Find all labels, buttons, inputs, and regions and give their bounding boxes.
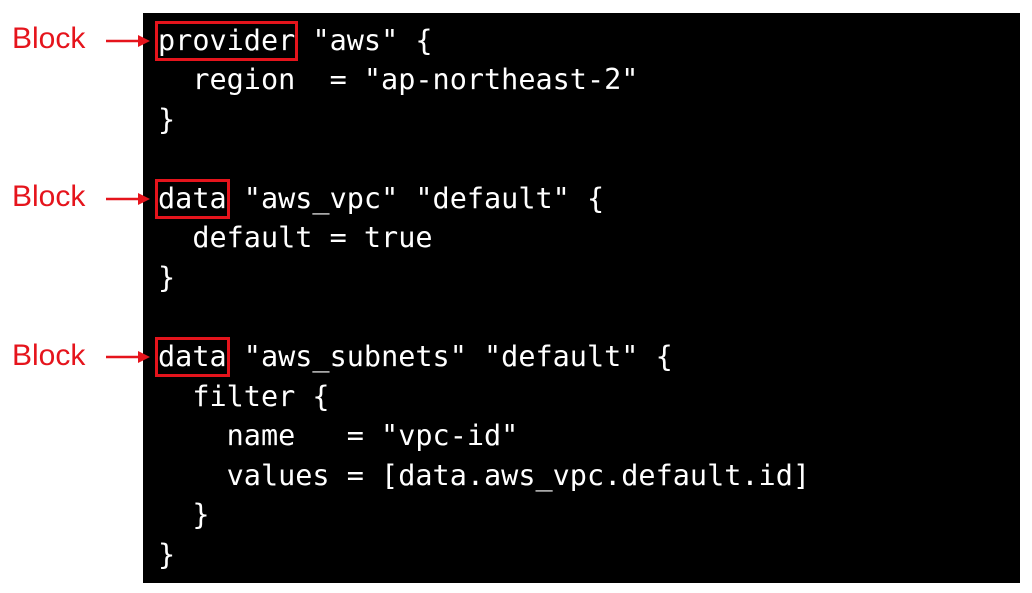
arrow-right-icon bbox=[106, 35, 150, 47]
code-line: } bbox=[158, 258, 175, 298]
arrow-right-icon bbox=[106, 351, 150, 363]
code-text: region = "ap-northeast-2" bbox=[158, 63, 639, 96]
code-text: "aws_vpc" "default" { bbox=[226, 182, 605, 215]
code-line: name = "vpc-id" bbox=[158, 416, 519, 456]
code-line-data-subnets: data "aws_subnets" "default" { bbox=[155, 337, 673, 377]
code-text: name = "vpc-id" bbox=[158, 419, 519, 452]
code-text: } bbox=[158, 103, 176, 136]
code-text: "aws_subnets" "default" { bbox=[226, 340, 673, 373]
keyword-highlight-provider: provider bbox=[154, 21, 299, 61]
code-line: values = [data.aws_vpc.default.id] bbox=[158, 456, 810, 496]
code-text: } bbox=[158, 498, 210, 531]
code-text: "aws" { bbox=[295, 24, 433, 57]
code-line: filter { bbox=[158, 377, 330, 417]
code-line-data-vpc: data "aws_vpc" "default" { bbox=[155, 179, 605, 219]
code-line: } bbox=[158, 535, 175, 575]
block-label: Block bbox=[12, 180, 86, 213]
keyword-highlight-data: data bbox=[155, 337, 230, 377]
block-label: Block bbox=[12, 339, 86, 372]
code-line: } bbox=[158, 100, 175, 140]
code-text: } bbox=[158, 538, 176, 571]
code-text: values = [data.aws_vpc.default.id] bbox=[158, 459, 811, 492]
code-line: default = true bbox=[158, 218, 433, 258]
code-text: default = true bbox=[158, 221, 433, 254]
code-line-provider: provider "aws" { bbox=[154, 21, 433, 61]
block-label: Block bbox=[12, 22, 86, 55]
arrow-right-icon bbox=[106, 193, 150, 205]
code-line: } bbox=[158, 495, 209, 535]
code-line: region = "ap-northeast-2" bbox=[158, 60, 638, 100]
code-text: } bbox=[158, 261, 176, 294]
code-text: filter { bbox=[158, 380, 330, 413]
keyword-highlight-data: data bbox=[155, 179, 230, 219]
